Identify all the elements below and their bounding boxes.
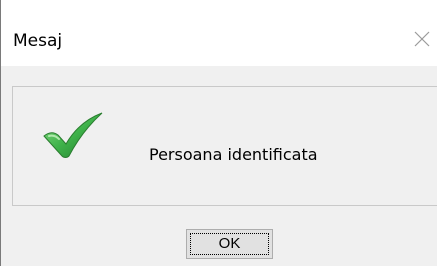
- message-dialog: Mesaj Persoana identificata OK: [0, 0, 437, 266]
- dialog-body: Persoana identificata OK: [1, 66, 437, 266]
- checkmark-icon: [43, 112, 103, 158]
- close-icon: [414, 31, 430, 47]
- ok-button[interactable]: OK: [186, 229, 273, 259]
- close-button[interactable]: [411, 28, 433, 50]
- ok-button-label: OK: [218, 235, 241, 252]
- dialog-title: Mesaj: [13, 31, 63, 51]
- message-panel: Persoana identificata: [12, 86, 437, 206]
- title-bar[interactable]: Mesaj: [1, 0, 437, 66]
- message-text: Persoana identificata: [149, 145, 318, 164]
